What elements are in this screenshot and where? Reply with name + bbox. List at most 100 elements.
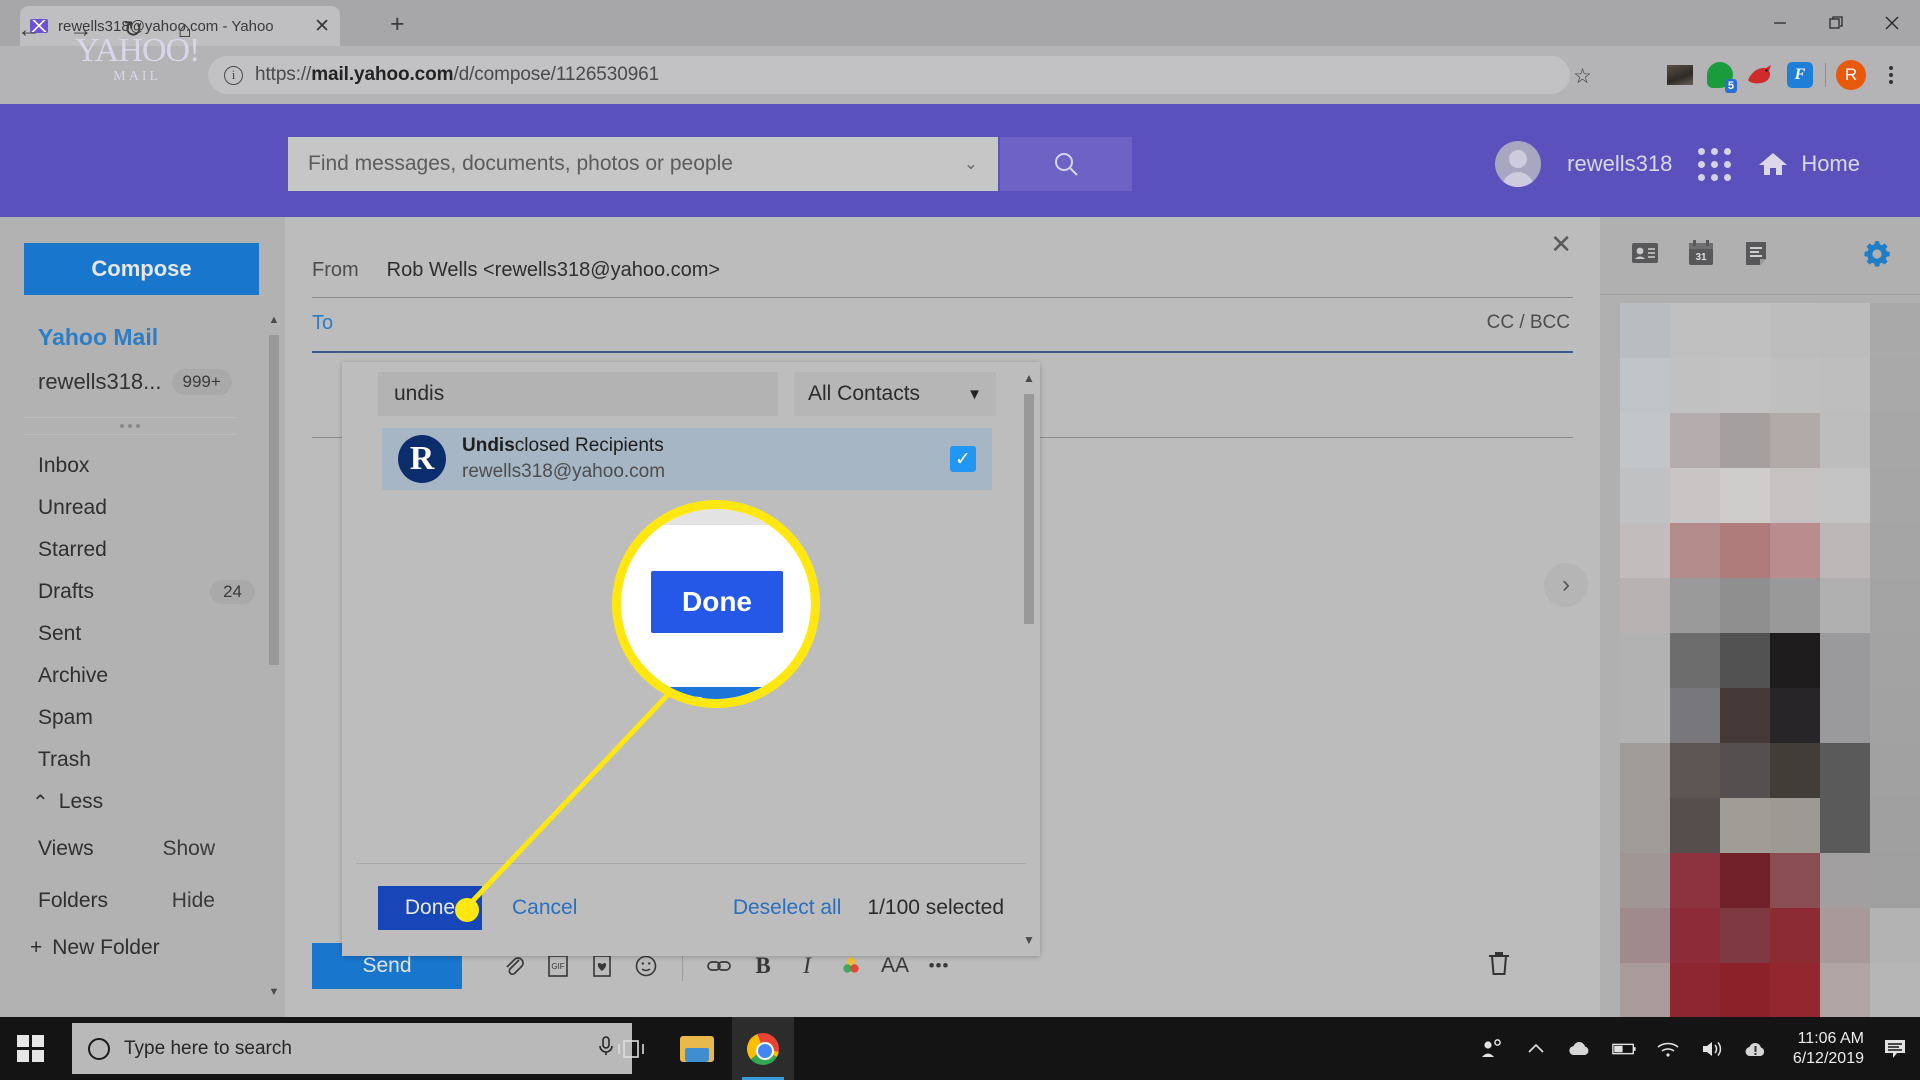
calendar-icon[interactable]: 31 — [1686, 239, 1716, 272]
sidebar-less-toggle[interactable]: ⌃ Less — [0, 781, 285, 823]
contact-name-rest: closed Recipients — [514, 435, 664, 456]
cc-bcc-toggle[interactable]: CC / BCC — [1487, 312, 1570, 334]
bookmark-star-icon[interactable]: ☆ — [1573, 64, 1592, 89]
action-center-icon[interactable] — [1882, 1036, 1908, 1062]
folder-label: Spam — [38, 706, 93, 729]
window-controls — [1752, 0, 1920, 46]
magnifier-bg-strip — [621, 509, 811, 525]
picker-scrollbar[interactable]: ▲ ▼ — [1022, 370, 1036, 948]
avatar[interactable] — [1495, 141, 1542, 187]
advertisement-pixelated[interactable] — [1620, 303, 1920, 1017]
filter-value: All Contacts — [808, 382, 921, 405]
green-bubble-extension-icon[interactable]: 5 — [1705, 60, 1737, 93]
sidebar-item-starred[interactable]: Starred — [0, 529, 285, 571]
to-label[interactable]: To — [312, 312, 333, 335]
kebab-menu-icon[interactable] — [1876, 60, 1906, 90]
contact-list-item[interactable]: R Undisclosed Recipients rewells318@yaho… — [382, 428, 992, 490]
sidebar-account[interactable]: rewells318... 999+ — [38, 369, 232, 395]
task-view-icon[interactable] — [600, 1017, 662, 1080]
back-icon[interactable]: ← — [14, 14, 44, 44]
folder-count: 24 — [210, 580, 255, 604]
contact-text: Undisclosed Recipients rewells318@yahoo.… — [462, 435, 665, 483]
divider — [356, 863, 1026, 864]
search-button[interactable] — [1000, 137, 1132, 191]
apps-grid-icon[interactable] — [1698, 147, 1732, 181]
onedrive-icon[interactable] — [1567, 1036, 1593, 1062]
sidebar: Compose Yahoo Mail rewells318... 999+ In… — [0, 217, 285, 1017]
sidebar-item-sent[interactable]: Sent — [0, 613, 285, 655]
scroll-up-icon[interactable]: ▲ — [1022, 370, 1036, 386]
sidebar-scrollbar[interactable]: ▲ ▼ — [268, 313, 280, 999]
minimize-icon[interactable] — [1752, 0, 1808, 46]
alert-icon[interactable] — [1743, 1036, 1769, 1062]
from-value[interactable]: Rob Wells <rewells318@yahoo.com> — [387, 259, 720, 282]
folder-label: Unread — [38, 496, 107, 519]
sidebar-overflow-handle[interactable] — [24, 417, 236, 435]
contact-filter-select[interactable]: All Contacts ▼ — [794, 372, 996, 416]
sidebar-title: Yahoo Mail — [38, 324, 159, 350]
scroll-down-icon[interactable]: ▼ — [1022, 932, 1036, 948]
start-button[interactable] — [0, 1017, 60, 1080]
scroll-down-icon[interactable]: ▼ — [268, 985, 280, 999]
scroll-thumb[interactable] — [1024, 394, 1034, 624]
sidebar-views-group[interactable]: Views Show — [0, 823, 285, 875]
show-hidden-icons-icon[interactable] — [1523, 1036, 1549, 1062]
folders-toggle[interactable]: Hide — [172, 889, 215, 913]
new-tab-button[interactable]: + — [390, 12, 405, 37]
profile-avatar[interactable]: R — [1836, 60, 1866, 90]
sidebar-folder-list: Inbox Unread Starred Drafts 24 Sent Arch… — [0, 445, 285, 969]
close-icon[interactable]: ✕ — [314, 17, 330, 36]
sidebar-item-spam[interactable]: Spam — [0, 697, 285, 739]
url-path: /d/compose/1126530961 — [453, 64, 660, 85]
chevron-down-icon[interactable]: ⌄ — [964, 154, 978, 174]
compose-from-row: From Rob Wells <rewells318@yahoo.com> — [312, 259, 720, 282]
contact-checkbox[interactable]: ✓ — [950, 446, 976, 472]
new-folder-label: New Folder — [52, 936, 160, 959]
chrome-icon[interactable] — [732, 1017, 794, 1080]
cancel-button[interactable]: Cancel — [512, 896, 577, 920]
site-info-icon[interactable]: i — [224, 65, 243, 85]
notepad-icon[interactable] — [1742, 239, 1770, 272]
battery-icon[interactable] — [1611, 1036, 1637, 1062]
restore-icon[interactable] — [1808, 0, 1864, 46]
sidebar-item-drafts[interactable]: Drafts 24 — [0, 571, 285, 613]
photo-extension-icon[interactable] — [1665, 60, 1695, 90]
sidebar-item-trash[interactable]: Trash — [0, 739, 285, 781]
compose-button[interactable]: Compose — [24, 243, 259, 295]
avatar: R — [398, 435, 446, 483]
cardinal-extension-icon[interactable] — [1745, 60, 1775, 90]
home-link[interactable]: Home — [1757, 150, 1860, 178]
gear-icon[interactable] — [1860, 237, 1894, 276]
next-chevron-icon[interactable]: › — [1544, 563, 1588, 607]
yahoo-search-input[interactable]: Find messages, documents, photos or peop… — [288, 137, 998, 191]
folder-label: Sent — [38, 622, 82, 645]
f-extension-icon[interactable]: F — [1785, 60, 1815, 90]
file-explorer-icon[interactable] — [666, 1017, 728, 1080]
contacts-icon[interactable] — [1630, 240, 1660, 271]
extensions-row: 5 F R — [1665, 56, 1906, 94]
delete-draft-icon[interactable] — [1486, 949, 1512, 984]
sidebar-item-archive[interactable]: Archive — [0, 655, 285, 697]
new-folder-button[interactable]: + New Folder — [0, 927, 285, 969]
sidebar-item-inbox[interactable]: Inbox — [0, 445, 285, 487]
sidebar-folders-group[interactable]: Folders Hide — [0, 875, 285, 927]
taskbar-search-input[interactable]: Type here to search — [72, 1023, 632, 1074]
sidebar-item-unread[interactable]: Unread — [0, 487, 285, 529]
people-icon[interactable] — [1479, 1036, 1505, 1062]
deselect-all-button[interactable]: Deselect all — [733, 896, 842, 920]
to-field-underline — [312, 351, 1573, 353]
picker-header: undis All Contacts ▼ — [342, 362, 1040, 424]
scroll-up-icon[interactable]: ▲ — [268, 313, 280, 327]
close-window-icon[interactable] — [1864, 0, 1920, 46]
taskbar-clock[interactable]: 11:06 AM 6/12/2019 — [1793, 1029, 1864, 1069]
close-compose-icon[interactable]: ✕ — [1550, 229, 1572, 260]
yahoo-mail-logo[interactable]: YAHOO! MAIL — [75, 34, 200, 85]
contact-search-input[interactable]: undis — [378, 372, 778, 416]
scroll-thumb[interactable] — [269, 335, 279, 665]
wifi-icon[interactable] — [1655, 1036, 1681, 1062]
views-toggle[interactable]: Show — [162, 837, 215, 861]
username-label[interactable]: rewells318 — [1567, 151, 1672, 177]
url-domain: mail.yahoo.com — [311, 64, 454, 85]
address-bar[interactable]: i https://mail.yahoo.com/d/compose/11265… — [208, 56, 1570, 94]
volume-icon[interactable] — [1699, 1036, 1725, 1062]
